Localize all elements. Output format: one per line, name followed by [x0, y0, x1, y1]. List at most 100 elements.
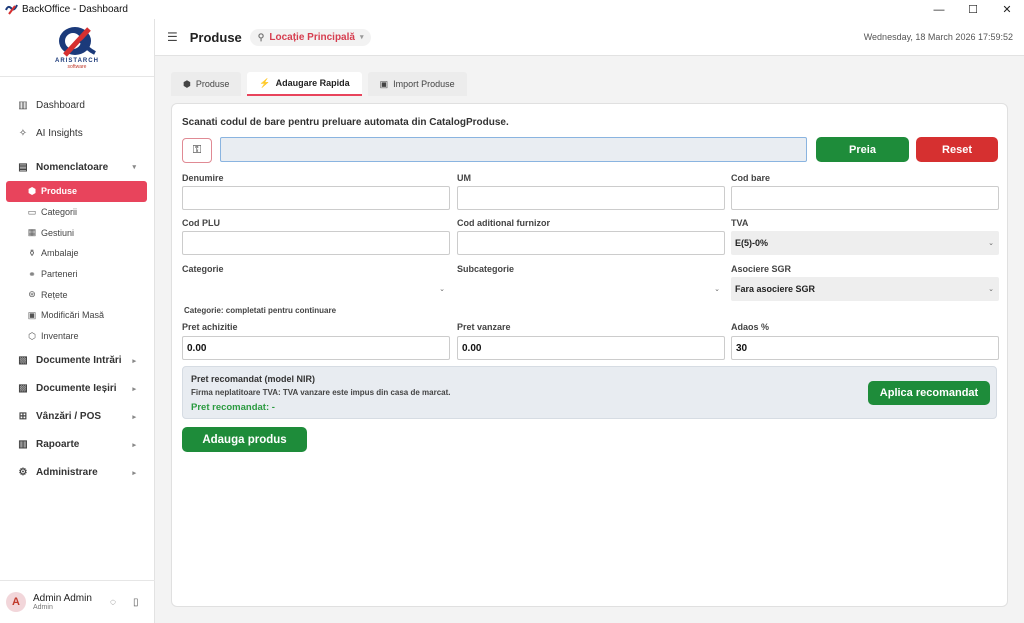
pret-achizitie-field[interactable]: 0.00 — [182, 336, 450, 360]
sidebar-item-ai-insights[interactable]: ✧ AI Insights — [0, 119, 154, 147]
sidebar-group-label: Documente Ieșiri — [36, 383, 117, 394]
recommended-price-panel: Pret recomandat (model NIR) Firma neplat… — [182, 366, 997, 419]
chevron-down-icon: ⌄ — [439, 286, 445, 293]
sidebar-item-categorii[interactable]: ▭ Categorii — [0, 202, 154, 223]
sidebar-group-vanzari-pos[interactable]: ⊞ Vânzări / POS ▸ — [0, 403, 154, 431]
scan-instructions: Scanati codul de bare pentru preluare au… — [182, 117, 509, 128]
tab-adaugare-rapida[interactable]: ⚡ Adaugare Rapida — [247, 72, 362, 96]
sidebar-item-label: Rețete — [41, 289, 68, 300]
chevron-down-icon: ▾ — [132, 164, 136, 171]
sidebar-item-label: Dashboard — [36, 99, 85, 111]
apply-recommended-button[interactable]: Aplica recomandat — [868, 381, 990, 405]
tab-produse[interactable]: ⬢ Produse — [171, 72, 242, 96]
um-field[interactable] — [457, 186, 725, 210]
sidebar-item-produse[interactable]: ⬢ Produse — [6, 181, 147, 202]
user-name: Admin Admin — [33, 592, 92, 604]
cod-bare-field[interactable] — [731, 186, 999, 210]
sidebar-item-parteneri[interactable]: ⚭ Parteneri — [0, 264, 154, 285]
tva-select[interactable]: E(5)-0% ⌄ — [731, 231, 999, 255]
cod-bare-label: Cod bare — [731, 173, 771, 183]
box-icon: ⬢ — [28, 185, 36, 196]
tab-label: Produse — [195, 79, 230, 89]
close-window-button[interactable]: ✕ — [990, 0, 1024, 19]
scan-button[interactable]: ⚿ — [182, 138, 212, 163]
user-panel: A Admin Admin Admin ◌ ▯ — [0, 580, 155, 623]
handshake-icon: ⚭ — [28, 268, 36, 279]
sidebar-item-label: Ambalaje — [41, 248, 79, 259]
cod-furnizor-field[interactable] — [457, 231, 725, 255]
sparkle-icon: ✧ — [18, 127, 28, 139]
document-out-icon: ▨ — [18, 383, 28, 394]
sidebar-item-ambalaje[interactable]: ⚱ Ambalaje — [0, 243, 154, 264]
sidebar-group-documente-intrari[interactable]: ▧ Documente Intrări ▸ — [0, 347, 154, 375]
sidebar-item-dashboard[interactable]: ▥ Dashboard — [0, 91, 154, 119]
sidebar-group-label: Administrare — [36, 467, 98, 478]
sidebar-item-label: Categorii — [41, 207, 78, 218]
sidebar-group-documente-iesiri[interactable]: ▨ Documente Ieșiri ▸ — [0, 375, 154, 403]
cart-icon: ⊞ — [18, 411, 28, 422]
sidebar-item-label: AI Insights — [36, 127, 83, 139]
page-header: ☰ Produse ⚲ Locație Principală ▾ Wednesd… — [155, 19, 1024, 56]
key-icon: ⚿ — [192, 144, 202, 156]
grid-icon: ▦ — [27, 227, 37, 238]
device-icon[interactable]: ▯ — [133, 597, 139, 608]
chevron-right-icon: ▸ — [132, 385, 136, 393]
sidebar-item-modificari-masa[interactable]: ▣ Modificări Masă — [0, 305, 154, 326]
sidebar-item-retete[interactable]: ⊛ Rețete — [0, 284, 154, 305]
sgr-label: Asociere SGR — [731, 264, 792, 274]
denumire-field[interactable] — [182, 186, 450, 210]
theme-toggle-icon[interactable]: ◌ — [110, 597, 116, 608]
import-icon: ▣ — [379, 78, 389, 89]
sidebar-item-inventare[interactable]: ⬡ Inventare — [0, 326, 154, 347]
location-label: Locație Principală — [269, 31, 355, 43]
sidebar-item-label: Gestiuni — [41, 227, 75, 238]
sidebar-group-nomenclatoare[interactable]: ▤ Nomenclatoare ▾ — [0, 153, 154, 181]
quick-add-card: Scanati codul de bare pentru preluare au… — [171, 103, 1008, 607]
minimize-button[interactable]: — — [922, 0, 956, 19]
sidebar-group-administrare[interactable]: ⚙ Administrare ▸ — [0, 459, 154, 487]
inventory-icon: ⬡ — [28, 330, 36, 341]
app-logo-icon — [4, 4, 18, 16]
adaos-field[interactable]: 30 — [731, 336, 999, 360]
maximize-button[interactable]: ☐ — [956, 0, 990, 19]
datetime-display: Wednesday, 18 March 2026 17:59:52 — [863, 32, 1013, 42]
barcode-scan-input[interactable] — [220, 137, 807, 162]
subcategorie-select[interactable]: ⌄ — [457, 277, 725, 301]
avatar[interactable]: A — [6, 592, 26, 612]
fetch-button[interactable]: Preia — [816, 137, 909, 162]
caret-down-icon: ▾ — [359, 34, 364, 41]
location-selector[interactable]: ⚲ Locație Principală ▾ — [249, 28, 372, 46]
sidebar: ARISTARCH software ▥ Dashboard ✧ AI Insi… — [0, 19, 155, 623]
edit-list-icon: ▣ — [27, 309, 37, 320]
categorie-select[interactable]: ⌄ — [182, 277, 450, 301]
sidebar-item-label: Modificări Masă — [41, 310, 105, 321]
cod-plu-field[interactable] — [182, 231, 450, 255]
chevron-right-icon: ▸ — [132, 357, 136, 365]
window-title: BackOffice - Dashboard — [22, 4, 128, 15]
sidebar-item-gestiuni[interactable]: ▦ Gestiuni — [0, 222, 154, 243]
recommended-note: Firma neplatitoare TVA: TVA vanzare este… — [191, 388, 451, 397]
recommended-price: Pret recomandat: - — [191, 402, 275, 413]
sgr-select[interactable]: Fara asociere SGR ⌄ — [731, 277, 999, 301]
adaos-label: Adaos % — [731, 322, 770, 332]
tab-bar: ⬢ Produse ⚡ Adaugare Rapida ▣ Import Pro… — [171, 72, 467, 96]
chevron-right-icon: ▸ — [132, 441, 136, 449]
user-role: Admin — [33, 603, 53, 611]
pret-vanzare-field[interactable]: 0.00 — [457, 336, 725, 360]
cod-furnizor-label: Cod aditional furnizor — [457, 218, 550, 228]
box-icon: ⬢ — [183, 78, 191, 89]
chevron-right-icon: ▸ — [132, 413, 136, 421]
brand-logo[interactable]: ARISTARCH software — [0, 19, 154, 77]
add-product-button[interactable]: Adauga produs — [182, 427, 307, 452]
menu-toggle-icon[interactable]: ☰ — [167, 30, 178, 44]
sidebar-group-rapoarte[interactable]: ▥ Rapoarte ▸ — [0, 431, 154, 459]
subcategorie-label: Subcategorie — [457, 264, 515, 274]
page-title: Produse — [189, 29, 242, 45]
recipe-icon: ⊛ — [28, 289, 36, 300]
tva-value: E(5)-0% — [735, 238, 769, 248]
list-icon: ▤ — [18, 161, 28, 173]
chevron-down-icon: ⌄ — [988, 240, 994, 247]
reset-button[interactable]: Reset — [916, 137, 998, 162]
tab-import-produse[interactable]: ▣ Import Produse — [367, 72, 467, 96]
sidebar-item-label: Inventare — [41, 331, 79, 342]
